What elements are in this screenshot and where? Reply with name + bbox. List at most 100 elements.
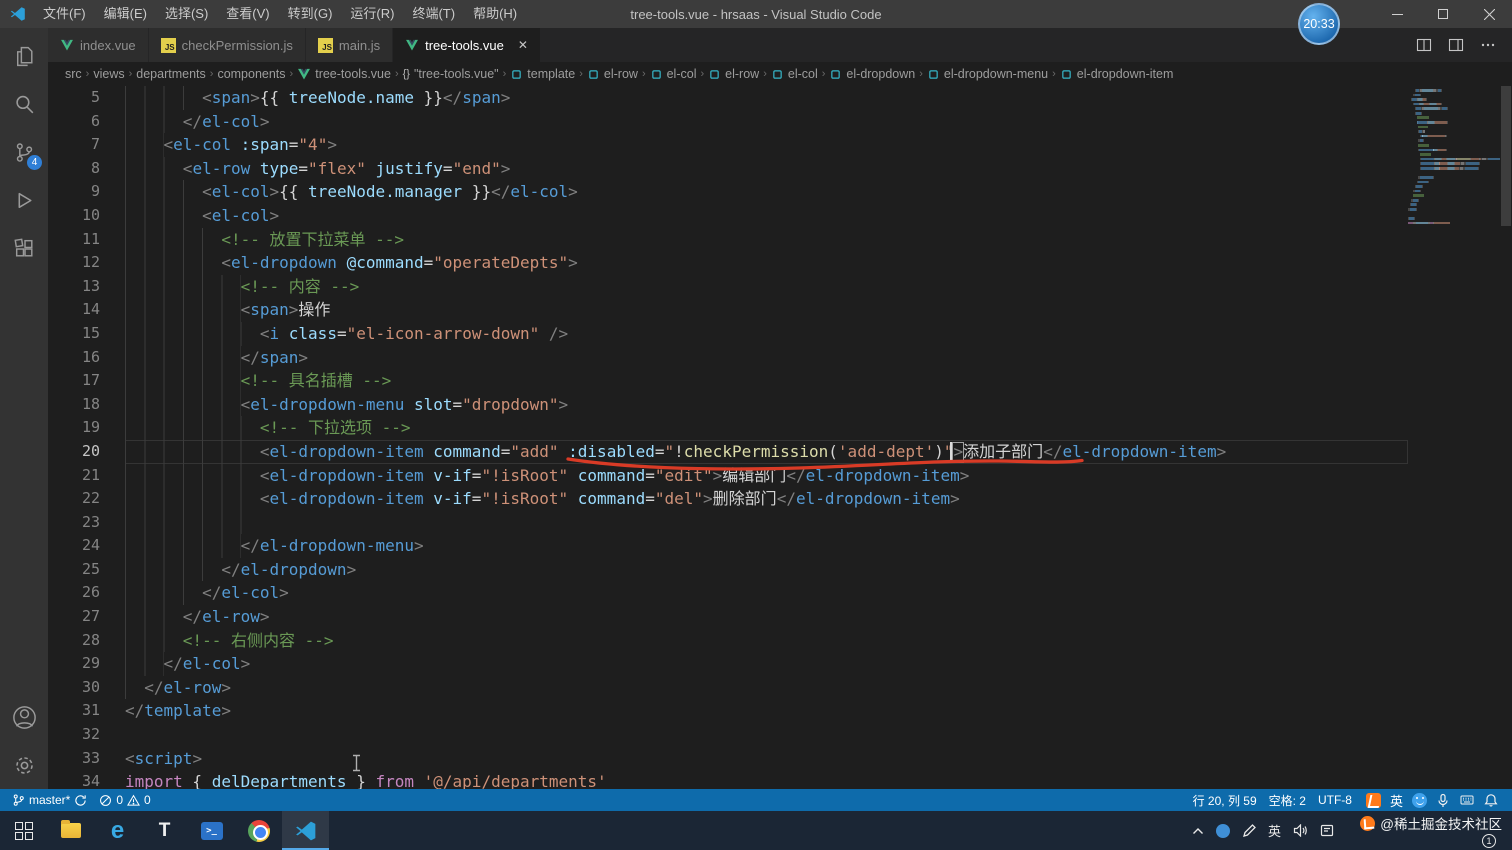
line-number-15[interactable]: 15 bbox=[48, 322, 100, 346]
tab-checkPermission.js[interactable]: JS checkPermission.js bbox=[148, 28, 306, 62]
line-number-12[interactable]: 12 bbox=[48, 251, 100, 275]
maximize-button[interactable] bbox=[1420, 0, 1466, 28]
editor-scrollbar[interactable] bbox=[1500, 86, 1512, 789]
line-number-21[interactable]: 21 bbox=[48, 464, 100, 488]
line-number-20[interactable]: 20 bbox=[48, 440, 100, 464]
code-line-31[interactable]: </template> bbox=[125, 699, 1408, 723]
code-line-12[interactable]: <el-dropdown @command="operateDepts"> bbox=[125, 251, 1408, 275]
breadcrumb-item-el-dropdown-menu[interactable]: el-dropdown-menu bbox=[927, 67, 1048, 81]
smiley-icon[interactable] bbox=[1412, 792, 1427, 808]
code-line-23[interactable] bbox=[125, 510, 1408, 535]
line-number-32[interactable]: 32 bbox=[48, 723, 100, 747]
taskbar-file-explorer[interactable] bbox=[47, 811, 94, 850]
code-line-16[interactable]: </span> bbox=[125, 345, 1408, 370]
start-button[interactable] bbox=[0, 811, 47, 850]
account-icon[interactable] bbox=[0, 693, 48, 741]
line-number-26[interactable]: 26 bbox=[48, 581, 100, 605]
action-center-icon[interactable] bbox=[1320, 824, 1334, 837]
breadcrumb-item-el-row[interactable]: el-row bbox=[708, 67, 759, 81]
line-number-29[interactable]: 29 bbox=[48, 652, 100, 676]
breadcrumb-item-el-col[interactable]: el-col bbox=[650, 67, 696, 81]
more-actions-icon[interactable] bbox=[1480, 37, 1496, 53]
line-number-33[interactable]: 33 bbox=[48, 747, 100, 771]
tab-index.vue[interactable]: index.vue bbox=[48, 28, 149, 62]
pen-icon[interactable] bbox=[1242, 823, 1256, 838]
layout-icon[interactable] bbox=[1448, 37, 1464, 53]
line-number-17[interactable]: 17 bbox=[48, 369, 100, 393]
line-number-23[interactable]: 23 bbox=[48, 511, 100, 535]
taskbar-chrome[interactable] bbox=[235, 811, 282, 850]
code-line-6[interactable]: </el-col> bbox=[125, 109, 1408, 134]
menu-item-2[interactable]: 选择(S) bbox=[156, 0, 217, 28]
menu-item-0[interactable]: 文件(F) bbox=[34, 0, 95, 28]
line-number-5[interactable]: 5 bbox=[48, 86, 100, 110]
taskbar-edge[interactable]: e bbox=[94, 811, 141, 850]
breadcrumb-item-components[interactable]: components bbox=[217, 67, 285, 81]
breadcrumb-item-el-col[interactable]: el-col bbox=[771, 67, 818, 81]
menu-item-7[interactable]: 帮助(H) bbox=[464, 0, 526, 28]
minimap[interactable] bbox=[1408, 86, 1500, 789]
tab-tree-tools.vue[interactable]: tree-tools.vue ✕ bbox=[393, 28, 541, 62]
bell-icon[interactable] bbox=[1484, 793, 1498, 808]
line-number-14[interactable]: 14 bbox=[48, 298, 100, 322]
code-line-32[interactable] bbox=[125, 723, 1408, 747]
code-line-27[interactable]: </el-row> bbox=[125, 605, 1408, 629]
indentation-indicator[interactable]: 空格: 2 bbox=[1263, 789, 1312, 811]
tray-ime-indicator[interactable]: 英 bbox=[1268, 821, 1281, 840]
line-number-13[interactable]: 13 bbox=[48, 275, 100, 299]
tab-main.js[interactable]: JS main.js bbox=[305, 28, 394, 62]
split-editor-icon[interactable] bbox=[1416, 37, 1432, 53]
line-number-gutter[interactable]: 5 6 7 8 9 10 11 12 13 14 15 16 17 18 19 20 21 22 23 24 25 26 2… bbox=[48, 86, 125, 789]
code-line-19[interactable]: <!-- 下拉选项 --> bbox=[125, 416, 1408, 440]
line-number-7[interactable]: 7 bbox=[48, 133, 100, 157]
explorer-icon[interactable] bbox=[0, 32, 48, 80]
breadcrumb-item-template[interactable]: template bbox=[510, 67, 575, 81]
minimize-button[interactable] bbox=[1374, 0, 1420, 28]
code-line-13[interactable]: <!-- 内容 --> bbox=[125, 274, 1408, 299]
line-number-10[interactable]: 10 bbox=[48, 204, 100, 228]
source-control-icon[interactable]: 4 bbox=[0, 128, 48, 176]
close-button[interactable] bbox=[1466, 0, 1512, 28]
breadcrumb-item-el-dropdown[interactable]: el-dropdown bbox=[829, 67, 915, 81]
scrollbar-thumb[interactable] bbox=[1501, 86, 1511, 226]
line-number-34[interactable]: 34 bbox=[48, 770, 100, 789]
menu-item-6[interactable]: 终端(T) bbox=[403, 0, 464, 28]
search-icon[interactable] bbox=[0, 80, 48, 128]
line-number-19[interactable]: 19 bbox=[48, 416, 100, 440]
line-number-9[interactable]: 9 bbox=[48, 180, 100, 204]
mic-icon[interactable] bbox=[1436, 793, 1450, 808]
line-number-27[interactable]: 27 bbox=[48, 605, 100, 629]
code-line-17[interactable]: <!-- 具名插槽 --> bbox=[125, 369, 1408, 393]
code-line-33[interactable]: <script> bbox=[125, 747, 1408, 771]
line-number-6[interactable]: 6 bbox=[48, 110, 100, 134]
code-line-9[interactable]: <el-col>{{ treeNode.manager }}</el-col> bbox=[125, 180, 1408, 204]
code-line-22[interactable]: <el-dropdown-item v-if="!isRoot" command… bbox=[125, 487, 1408, 511]
breadcrumb-item-tree-tools.vue[interactable]: {} "tree-tools.vue" bbox=[403, 67, 499, 81]
code-line-30[interactable]: </el-row> bbox=[125, 675, 1408, 700]
code-line-7[interactable]: <el-col :span="4"> bbox=[125, 133, 1408, 157]
line-number-31[interactable]: 31 bbox=[48, 699, 100, 723]
code-line-24[interactable]: </el-dropdown-menu> bbox=[125, 534, 1408, 558]
code-line-18[interactable]: <el-dropdown-menu slot="dropdown"> bbox=[125, 392, 1408, 417]
line-number-24[interactable]: 24 bbox=[48, 534, 100, 558]
code-line-21[interactable]: <el-dropdown-item v-if="!isRoot" command… bbox=[125, 463, 1408, 488]
code-line-15[interactable]: <i class="el-icon-arrow-down" /> bbox=[125, 321, 1408, 346]
code-line-5[interactable]: <span>{{ treeNode.name }}</span> bbox=[125, 86, 1408, 110]
line-number-11[interactable]: 11 bbox=[48, 228, 100, 252]
taskbar-vscode[interactable] bbox=[282, 811, 329, 850]
line-number-30[interactable]: 30 bbox=[48, 676, 100, 700]
breadcrumb-item-el-row[interactable]: el-row bbox=[587, 67, 638, 81]
breadcrumb-item-src[interactable]: src bbox=[65, 67, 82, 81]
speaker-icon[interactable] bbox=[1293, 824, 1308, 837]
breadcrumb-item-tree-tools.vue[interactable]: tree-tools.vue bbox=[297, 67, 391, 81]
encoding-indicator[interactable]: UTF-8 bbox=[1312, 789, 1358, 811]
taskbar-t-app[interactable]: T bbox=[141, 811, 188, 850]
taskbar-powershell[interactable]: >_ bbox=[188, 811, 235, 850]
code-line-25[interactable]: </el-dropdown> bbox=[125, 557, 1408, 582]
settings-gear-icon[interactable] bbox=[0, 741, 48, 789]
code-area[interactable]: <span>{{ treeNode.name }}</span> </el-col… bbox=[125, 86, 1408, 789]
code-line-28[interactable]: <!-- 右侧内容 --> bbox=[125, 628, 1408, 653]
line-number-8[interactable]: 8 bbox=[48, 157, 100, 181]
cursor-position-indicator[interactable]: 行 20, 列 59 bbox=[1187, 789, 1263, 811]
menu-item-3[interactable]: 查看(V) bbox=[217, 0, 278, 28]
